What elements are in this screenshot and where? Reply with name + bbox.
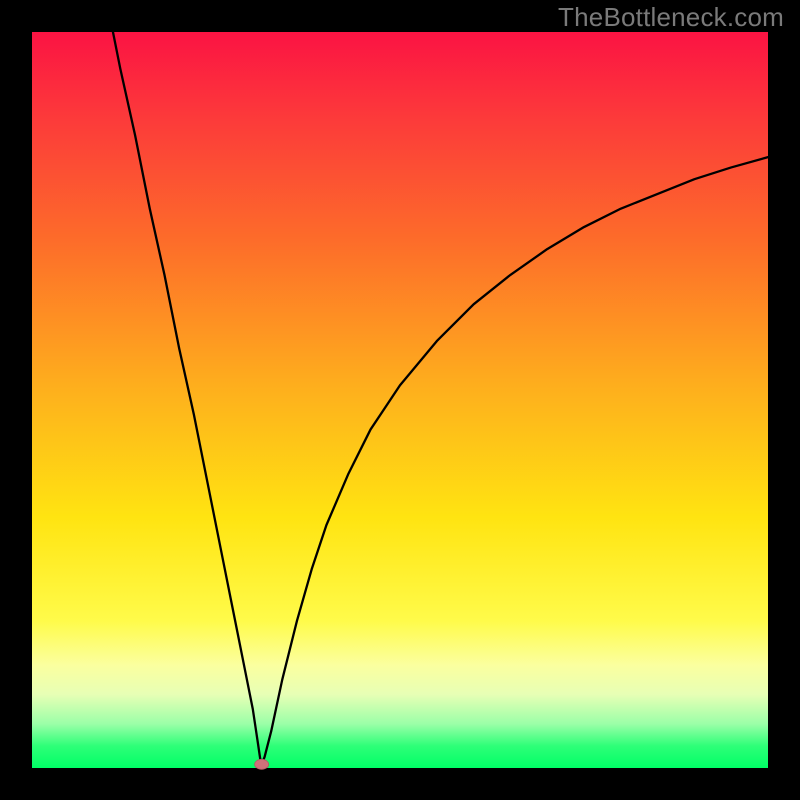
gradient-plot-area	[32, 32, 768, 768]
watermark-text: TheBottleneck.com	[558, 2, 784, 33]
chart-frame: TheBottleneck.com	[0, 0, 800, 800]
curve-layer	[32, 32, 768, 768]
curve-left-branch	[113, 32, 262, 764]
sweet-spot-marker	[255, 759, 269, 769]
curve-right-branch	[262, 157, 768, 764]
